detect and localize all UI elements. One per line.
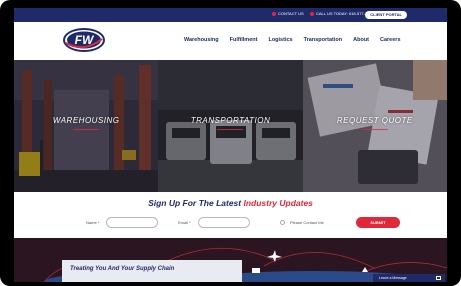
email-label: Email * [178,220,191,225]
trucks-image [158,60,303,192]
contact-me-label: Please Contact Me [290,220,324,225]
hero-title-warehousing: WAREHOUSING [52,116,120,125]
contact-me-checkbox[interactable] [280,220,285,225]
name-label: Name * [86,220,100,225]
utility-bar: CONTACT US CALL US TODAY: 618-577-XXXX C… [14,8,447,22]
main-nav: Warehousing Fulfillment Logistics Transp… [184,37,401,43]
mail-icon [272,11,276,16]
signup-heading-accent: Industry Updates [243,198,313,208]
nav-item-about[interactable]: About [353,37,369,43]
nav-item-careers[interactable]: Careers [380,37,401,43]
quote-desk-image [302,60,447,192]
signup-heading: Sign Up For The Latest Industry Updates [14,198,447,208]
supply-chain-heading: Treating You And Your Supply Chain [70,266,175,272]
hero-panels: WAREHOUSING TRANSPORTATION REQUEST QUOTE [14,60,447,192]
fw-logo[interactable]: FW [62,27,106,53]
hero-underline [217,129,244,130]
hero-panel-request-quote[interactable]: REQUEST QUOTE [302,60,447,192]
name-field[interactable] [106,217,158,228]
chat-window-icon [436,276,441,280]
browser-screen: CONTACT US CALL US TODAY: 618-577-XXXX C… [14,8,447,282]
hero-panel-transportation[interactable]: TRANSPORTATION [158,60,303,192]
newsletter-signup: Sign Up For The Latest Industry Updates … [14,192,447,238]
contact-us-label: CONTACT US [278,11,304,16]
hero-title-request-quote: REQUEST QUOTE [336,116,413,125]
hero-underline [361,129,388,130]
hero-underline [73,129,100,130]
supply-chain-section: Treating You And Your Supply Chain Leave… [14,238,447,282]
nav-item-warehousing[interactable]: Warehousing [184,37,219,43]
contact-us-link[interactable]: CONTACT US [272,11,304,16]
nav-item-fulfillment[interactable]: Fulfillment [230,37,258,43]
email-field[interactable] [198,217,250,228]
logo-text: FW [75,33,95,47]
phone-icon [310,11,314,16]
client-portal-button[interactable]: CLIENT PORTAL [365,11,407,19]
truck-icon [252,268,260,273]
leave-message-widget[interactable]: Leave a Message [373,274,445,282]
supply-chain-card: Treating You And Your Supply Chain [62,260,242,282]
signup-form: Name * Email * Please Contact Me SUBMIT [14,217,447,229]
warehouse-image [14,60,159,192]
submit-button[interactable]: SUBMIT [356,217,400,228]
hero-panel-warehousing[interactable]: WAREHOUSING [14,60,159,192]
device-frame: CONTACT US CALL US TODAY: 618-577-XXXX C… [0,0,461,286]
signup-heading-main: Sign Up For The Latest [148,198,244,208]
nav-item-logistics[interactable]: Logistics [268,37,292,43]
hero-title-transportation: TRANSPORTATION [190,116,271,125]
leave-message-label: Leave a Message [379,276,407,280]
nav-item-transportation[interactable]: Transportation [304,37,343,43]
site-header: FW Warehousing Fulfillment Logistics Tra… [14,22,447,60]
